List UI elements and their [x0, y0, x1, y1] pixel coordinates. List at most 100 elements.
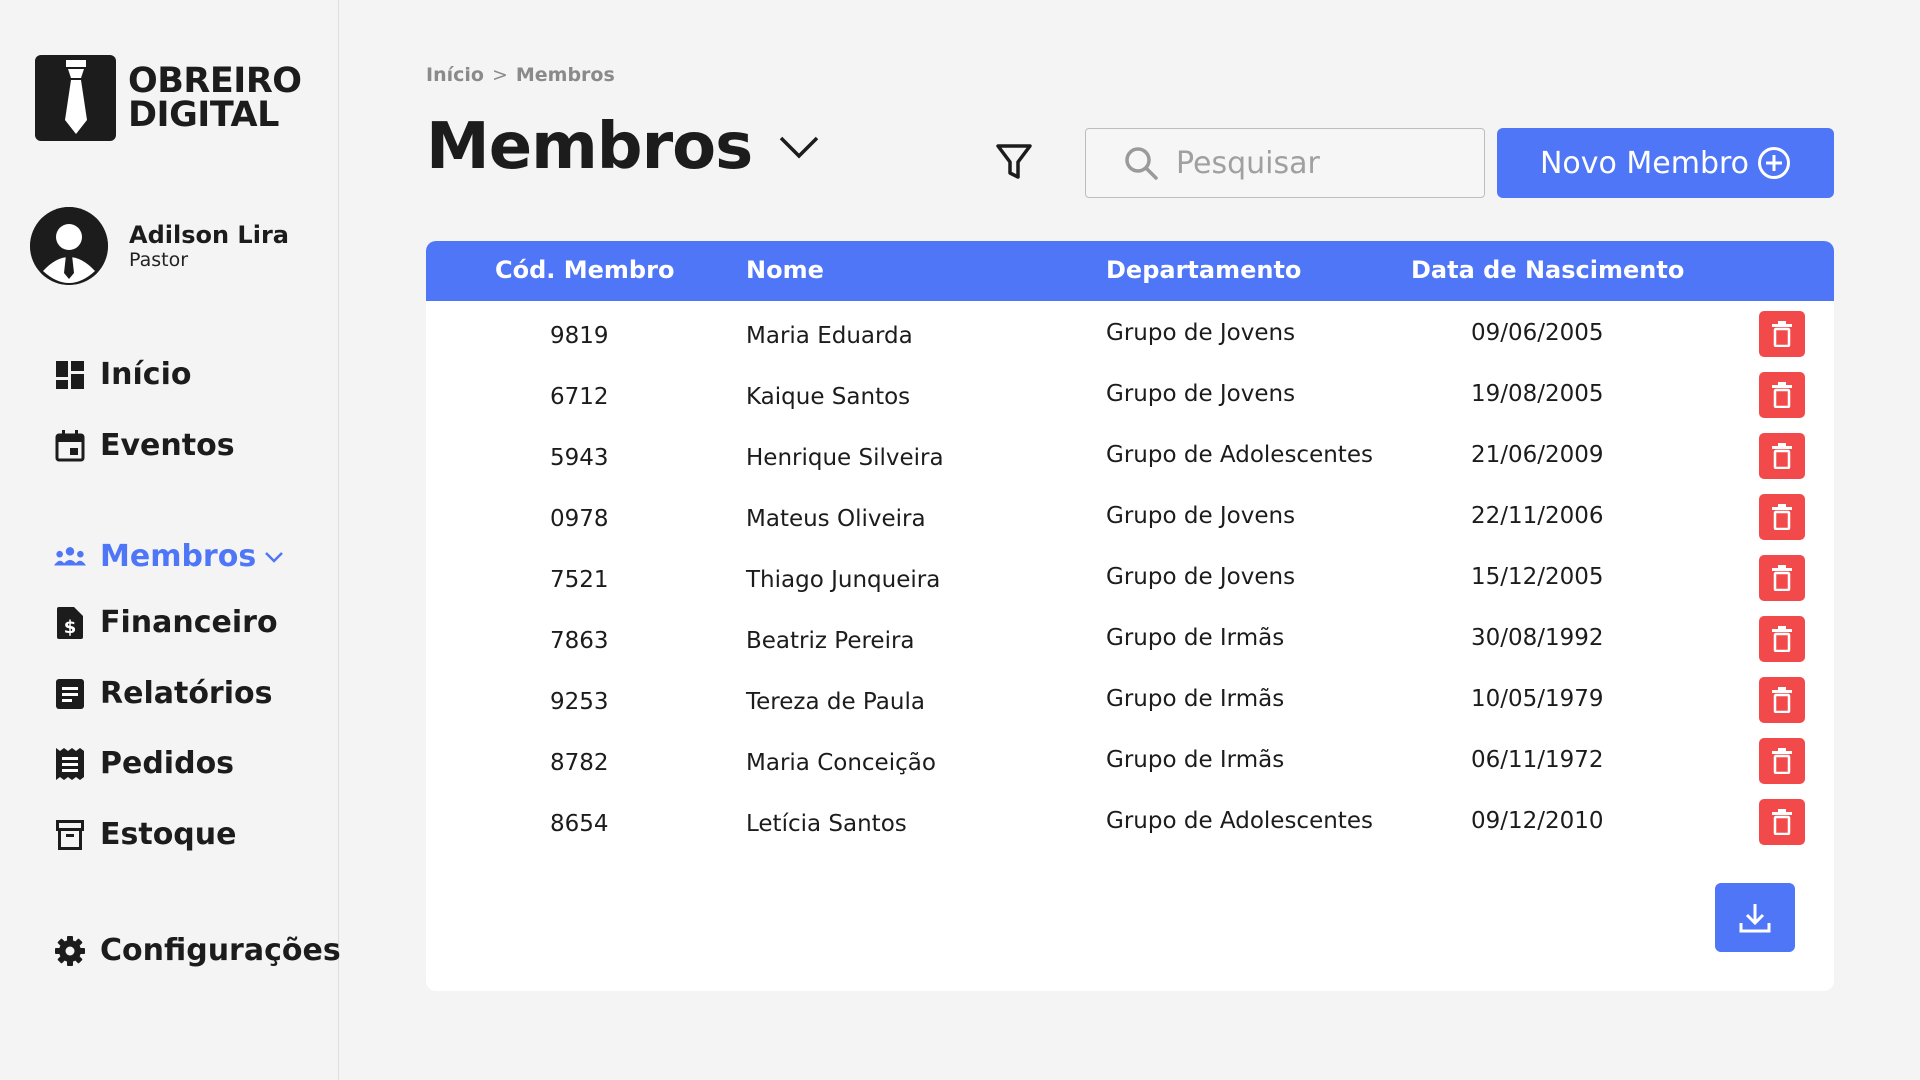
- brand-logo[interactable]: OBREIRO DIGITAL: [35, 55, 302, 141]
- header-department[interactable]: Departamento: [1106, 256, 1301, 284]
- group-icon: [54, 541, 86, 573]
- search-box: [1085, 128, 1485, 198]
- nav-label-membros: Membros: [100, 539, 257, 574]
- nav-item-configuracoes[interactable]: Configurações: [54, 933, 341, 968]
- trash-icon: [1772, 504, 1792, 530]
- nav-item-inicio[interactable]: Início: [54, 357, 191, 392]
- svg-text:$: $: [64, 617, 77, 638]
- breadcrumb-current: Membros: [515, 64, 615, 86]
- cell-department: Grupo de Adolescentes: [1106, 442, 1373, 468]
- page-title-text: Membros: [426, 110, 753, 184]
- user-avatar-icon: [30, 207, 108, 285]
- search-input[interactable]: [1176, 145, 1476, 181]
- tie-icon: [35, 55, 116, 141]
- cell-department: Grupo de Adolescentes: [1106, 808, 1373, 834]
- nav-label-financeiro: Financeiro: [100, 605, 278, 640]
- delete-button[interactable]: [1759, 494, 1805, 540]
- cell-name: Henrique Silveira: [746, 445, 944, 471]
- nav-label-configuracoes: Configurações: [100, 933, 341, 968]
- cell-code: 7863: [550, 628, 609, 654]
- trash-icon: [1772, 321, 1792, 347]
- delete-button[interactable]: [1759, 738, 1805, 784]
- header-code[interactable]: Cód. Membro: [495, 256, 674, 284]
- delete-button[interactable]: [1759, 311, 1805, 357]
- cell-birth: 22/11/2006: [1471, 503, 1604, 529]
- header-name[interactable]: Nome: [746, 256, 824, 284]
- dashboard-icon: [54, 359, 86, 391]
- download-button[interactable]: [1715, 883, 1795, 952]
- receipt-icon: [54, 747, 86, 780]
- delete-button[interactable]: [1759, 799, 1805, 845]
- breadcrumb-home[interactable]: Início: [426, 64, 484, 86]
- cell-code: 6712: [550, 384, 609, 410]
- cell-department: Grupo de Irmãs: [1106, 747, 1285, 773]
- nav-label-estoque: Estoque: [100, 817, 237, 852]
- trash-icon: [1772, 809, 1792, 835]
- nav-item-estoque[interactable]: Estoque: [54, 817, 236, 852]
- table-row[interactable]: 7521 Thiago Junqueira Grupo de Jovens 15…: [426, 545, 1834, 606]
- user-role: Pastor: [129, 249, 189, 271]
- table-row[interactable]: 8654 Letícia Santos Grupo de Adolescente…: [426, 789, 1834, 850]
- table-row[interactable]: 7863 Beatriz Pereira Grupo de Irmãs 30/0…: [426, 606, 1834, 667]
- user-profile[interactable]: Adilson Lira Pastor: [30, 207, 289, 285]
- search-icon: [1124, 146, 1158, 180]
- gear-icon: [54, 935, 86, 967]
- cell-birth: 15/12/2005: [1471, 564, 1604, 590]
- cell-department: Grupo de Jovens: [1106, 564, 1296, 590]
- cell-code: 8654: [550, 811, 609, 837]
- header-birth[interactable]: Data de Nascimento: [1411, 256, 1684, 284]
- cell-name: Kaique Santos: [746, 384, 911, 410]
- nav-label-eventos: Eventos: [100, 428, 235, 463]
- delete-button[interactable]: [1759, 555, 1805, 601]
- cell-name: Tereza de Paula: [746, 689, 925, 715]
- report-icon: [54, 678, 86, 710]
- nav-label-relatorios: Relatórios: [100, 676, 273, 711]
- main-content: Início > Membros Membros Novo Membro Cód…: [339, 0, 1920, 1080]
- nav-item-relatorios[interactable]: Relatórios: [54, 676, 272, 711]
- cell-birth: 09/12/2010: [1471, 808, 1604, 834]
- cell-department: Grupo de Jovens: [1106, 320, 1296, 346]
- brand-name: OBREIRO DIGITAL: [128, 61, 302, 135]
- chevron-down-icon: [264, 550, 284, 564]
- table-row[interactable]: 5943 Henrique Silveira Grupo de Adolesce…: [426, 423, 1834, 484]
- delete-button[interactable]: [1759, 372, 1805, 418]
- delete-button[interactable]: [1759, 677, 1805, 723]
- trash-icon: [1772, 748, 1792, 774]
- nav-item-pedidos[interactable]: Pedidos: [54, 746, 234, 781]
- table-row[interactable]: 0978 Mateus Oliveira Grupo de Jovens 22/…: [426, 484, 1834, 545]
- nav-item-eventos[interactable]: Eventos: [54, 428, 235, 463]
- trash-icon: [1772, 382, 1792, 408]
- nav-item-membros[interactable]: Membros: [54, 539, 284, 574]
- cell-name: Maria Eduarda: [746, 323, 913, 349]
- delete-button[interactable]: [1759, 616, 1805, 662]
- cell-code: 7521: [550, 567, 609, 593]
- table-row[interactable]: 6712 Kaique Santos Grupo de Jovens 19/08…: [426, 362, 1834, 423]
- brand-line2: DIGITAL: [128, 95, 279, 135]
- cell-department: Grupo de Irmãs: [1106, 686, 1285, 712]
- cell-name: Letícia Santos: [746, 811, 907, 837]
- plus-circle-icon: [1757, 146, 1791, 180]
- profile-info: Adilson Lira Pastor: [129, 221, 289, 271]
- trash-icon: [1772, 626, 1792, 652]
- delete-button[interactable]: [1759, 433, 1805, 479]
- download-icon: [1739, 903, 1771, 932]
- breadcrumb-separator: >: [491, 64, 508, 86]
- cell-code: 9253: [550, 689, 609, 715]
- brand-line1: OBREIRO: [128, 61, 302, 101]
- table-row[interactable]: 8782 Maria Conceição Grupo de Irmãs 06/1…: [426, 728, 1834, 789]
- cell-name: Thiago Junqueira: [746, 567, 941, 593]
- calendar-icon: [54, 429, 86, 462]
- filter-icon[interactable]: [996, 143, 1034, 183]
- trash-icon: [1772, 687, 1792, 713]
- cell-code: 0978: [550, 506, 609, 532]
- table-row[interactable]: 9819 Maria Eduarda Grupo de Jovens 09/06…: [426, 301, 1834, 362]
- cell-name: Mateus Oliveira: [746, 506, 926, 532]
- table-row[interactable]: 9253 Tereza de Paula Grupo de Irmãs 10/0…: [426, 667, 1834, 728]
- breadcrumb: Início > Membros: [426, 64, 615, 86]
- nav-item-financeiro[interactable]: $ Financeiro: [54, 605, 278, 640]
- nav-label-pedidos: Pedidos: [100, 746, 235, 781]
- cell-birth: 19/08/2005: [1471, 381, 1604, 407]
- cell-department: Grupo de Jovens: [1106, 503, 1296, 529]
- new-member-button[interactable]: Novo Membro: [1497, 128, 1834, 198]
- chevron-down-icon[interactable]: [778, 134, 820, 160]
